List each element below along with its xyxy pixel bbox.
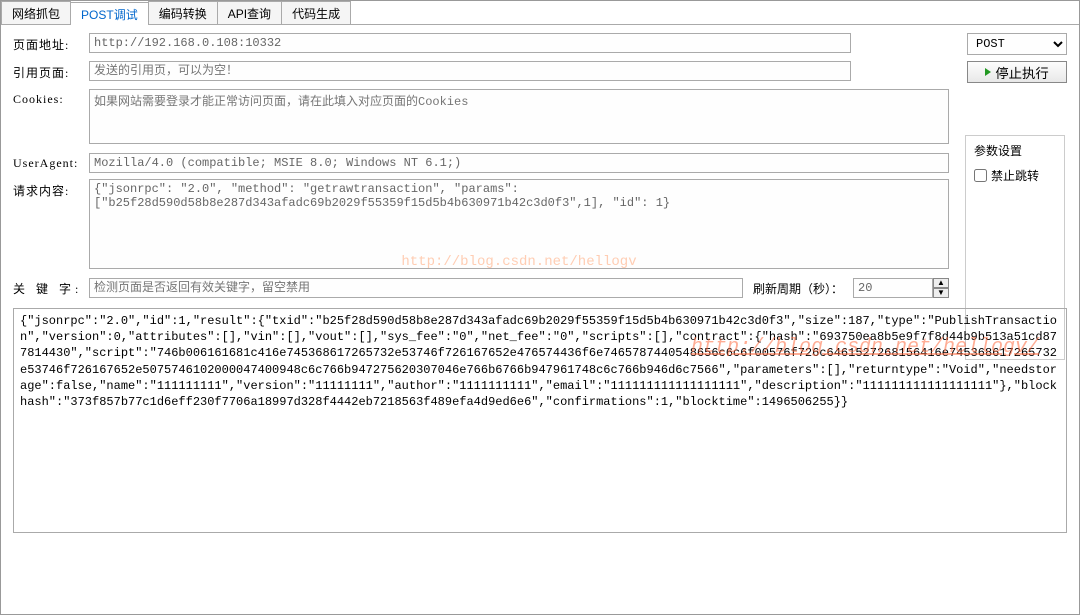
tab-api-query[interactable]: API查询 (217, 1, 282, 24)
params-title: 参数设置 (974, 142, 1056, 159)
spinner-down-button[interactable]: ▼ (933, 288, 949, 298)
http-method-select[interactable]: POST (967, 33, 1067, 55)
tab-post-debug[interactable]: POST调试 (70, 2, 149, 25)
run-stop-label: 停止执行 (995, 63, 1048, 82)
no-redirect-label: 禁止跳转 (991, 167, 1039, 184)
tab-network-capture[interactable]: 网络抓包 (1, 1, 71, 24)
run-stop-button[interactable]: 停止执行 (967, 61, 1067, 83)
tab-bar: 网络抓包 POST调试 编码转换 API查询 代码生成 (1, 1, 1079, 25)
play-icon (985, 68, 991, 76)
tab-codegen[interactable]: 代码生成 (281, 1, 351, 24)
no-redirect-option[interactable]: 禁止跳转 (974, 167, 1056, 184)
cookies-label: Cookies: (13, 89, 83, 107)
useragent-label: UserAgent: (13, 153, 83, 171)
spinner-up-button[interactable]: ▲ (933, 278, 949, 288)
body-label: 请求内容: (13, 179, 83, 199)
keywords-input[interactable] (89, 278, 743, 298)
url-label: 页面地址: (13, 33, 83, 53)
request-body-input[interactable]: {"jsonrpc": "2.0", "method": "getrawtran… (89, 179, 949, 269)
refresh-spinner: ▲ ▼ (853, 278, 949, 298)
keywords-label: 关 键 字: (13, 280, 83, 297)
referer-input[interactable] (89, 61, 851, 81)
referer-label: 引用页面: (13, 61, 83, 81)
tab-encoding[interactable]: 编码转换 (148, 1, 218, 24)
url-input[interactable] (89, 33, 851, 53)
useragent-input[interactable] (89, 153, 949, 173)
refresh-period-input[interactable] (853, 278, 933, 298)
refresh-label: 刷新周期（秒）： (749, 280, 847, 297)
response-output[interactable]: {"jsonrpc":"2.0","id":1,"result":{"txid"… (13, 308, 1067, 533)
cookies-input[interactable] (89, 89, 949, 144)
no-redirect-checkbox[interactable] (974, 169, 987, 182)
